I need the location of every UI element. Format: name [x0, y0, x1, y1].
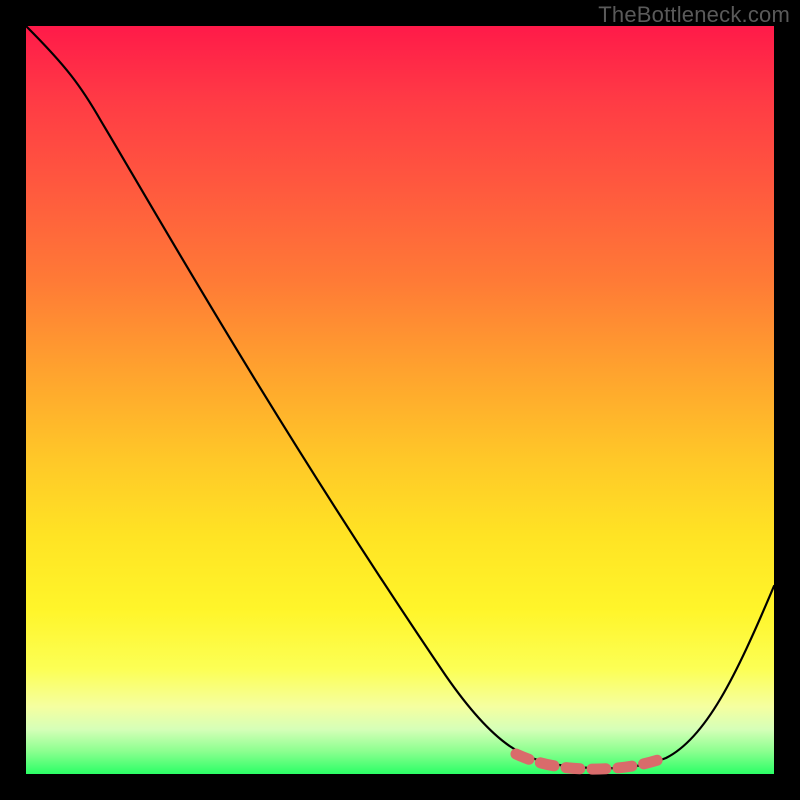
bottleneck-curve [26, 26, 774, 768]
plot-area [26, 26, 774, 774]
watermark-text: TheBottleneck.com [598, 2, 790, 28]
chart-frame: TheBottleneck.com [0, 0, 800, 800]
curve-svg [26, 26, 774, 774]
